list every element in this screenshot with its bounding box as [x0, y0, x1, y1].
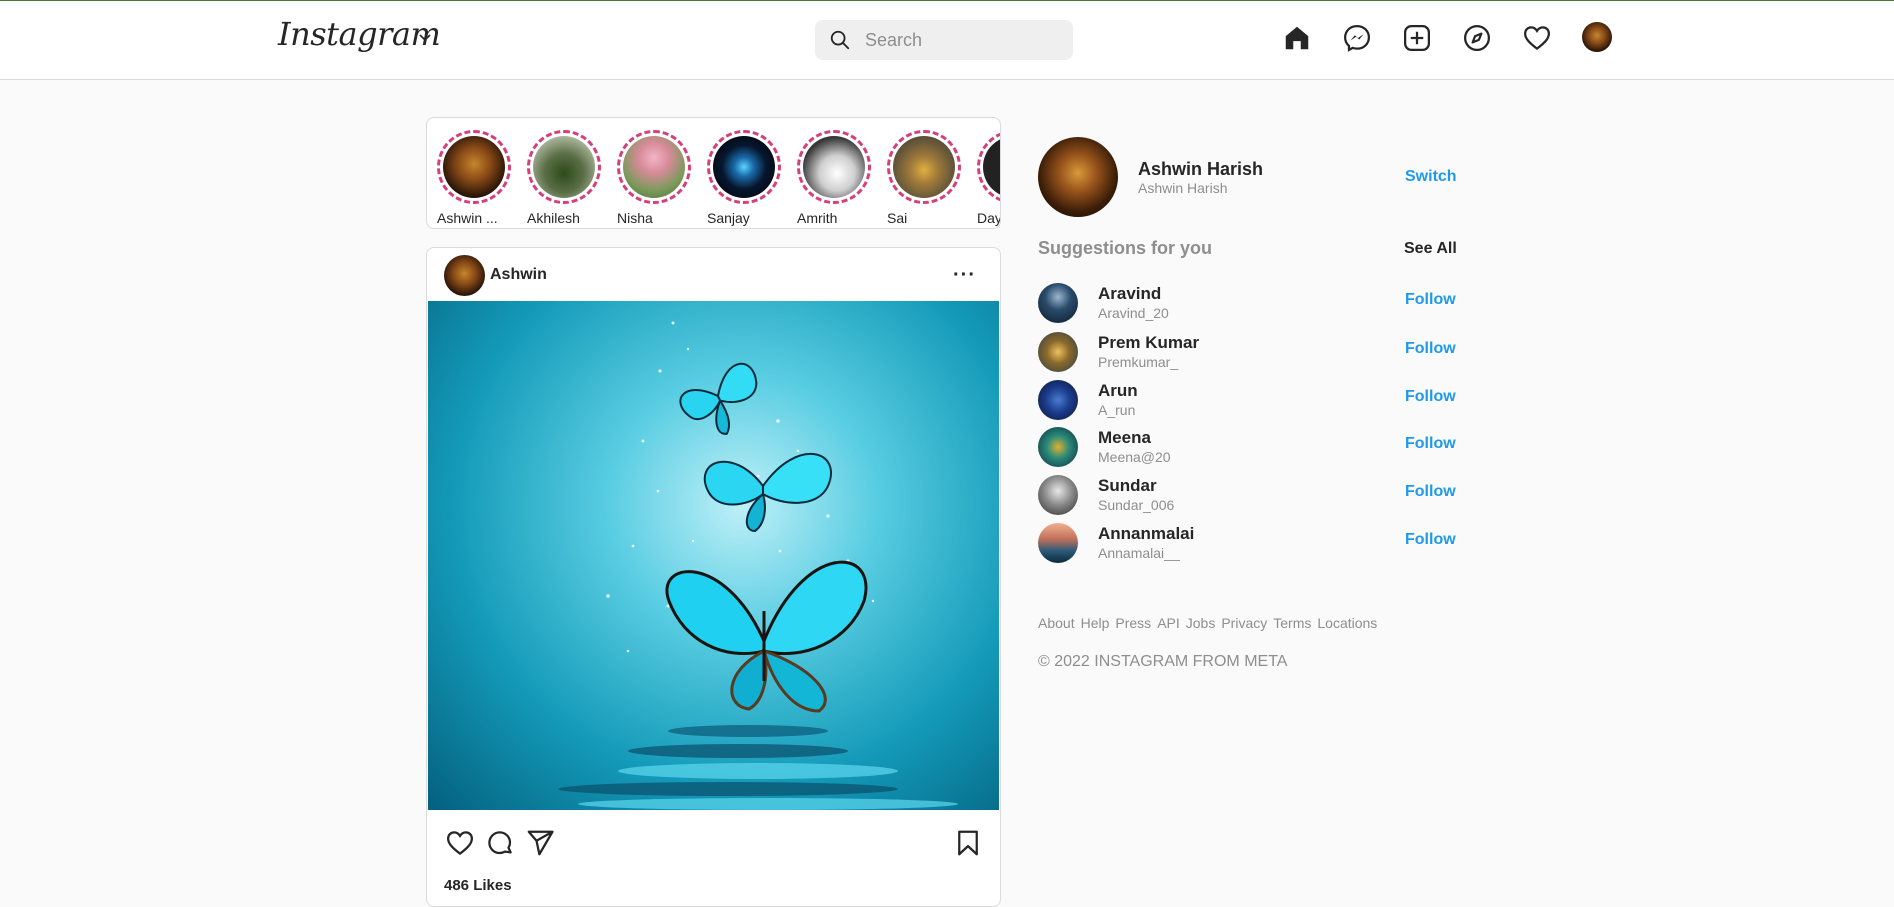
suggestion-handle: A_run — [1098, 402, 1136, 418]
footer-links: About Help Press API Jobs Privacy Terms … — [1038, 615, 1377, 631]
story-name: Amrith — [797, 210, 838, 226]
story-avatar — [533, 136, 595, 198]
follow-button[interactable]: Follow — [1405, 483, 1456, 501]
new-post-icon[interactable] — [1401, 22, 1433, 54]
butterfly-artwork — [558, 321, 958, 810]
story-ring — [527, 130, 601, 204]
suggestion-handle: Aravind_20 — [1098, 305, 1169, 321]
feed-post: Ashwin ··· 486 Likes — [426, 247, 1001, 907]
bookmark-icon[interactable] — [951, 826, 985, 860]
post-author-avatar[interactable] — [444, 255, 485, 296]
story-item[interactable]: Day — [977, 130, 1001, 228]
suggestion-name[interactable]: Arun — [1098, 381, 1138, 401]
story-avatar — [983, 136, 1000, 198]
current-user-avatar[interactable] — [1038, 137, 1118, 217]
suggestion-row: Sundar Sundar_006 Follow — [1038, 475, 1458, 517]
story-item[interactable]: Akhilesh — [527, 130, 601, 228]
story-ring — [887, 130, 961, 204]
suggestion-name[interactable]: Sundar — [1098, 476, 1157, 496]
profile-avatar[interactable] — [1582, 22, 1612, 52]
follow-button[interactable]: Follow — [1405, 340, 1456, 358]
footer-link-about[interactable]: About — [1038, 615, 1075, 631]
see-all-link[interactable]: See All — [1404, 240, 1457, 258]
follow-button[interactable]: Follow — [1405, 531, 1456, 549]
suggestion-avatar[interactable] — [1038, 380, 1078, 420]
footer-link-terms[interactable]: Terms — [1273, 615, 1311, 631]
footer-link-privacy[interactable]: Privacy — [1221, 615, 1267, 631]
likes-count[interactable]: 486 Likes — [444, 877, 512, 894]
footer-link-help[interactable]: Help — [1081, 615, 1110, 631]
suggestion-row: Meena Meena@20 Follow — [1038, 427, 1458, 469]
story-avatar — [623, 136, 685, 198]
story-item[interactable]: Nisha — [617, 130, 691, 228]
story-avatar — [893, 136, 955, 198]
instagram-logo[interactable]: Instagram — [278, 15, 441, 53]
follow-button[interactable]: Follow — [1405, 435, 1456, 453]
story-name: Nisha — [617, 210, 653, 226]
suggestion-name[interactable]: Aravind — [1098, 284, 1161, 304]
post-actions-bar — [427, 826, 1000, 862]
footer-link-api[interactable]: API — [1157, 615, 1180, 631]
footer-link-locations[interactable]: Locations — [1317, 615, 1377, 631]
messenger-icon[interactable] — [1341, 22, 1373, 54]
suggestion-row: Annanmalai Annamalai__ Follow — [1038, 523, 1458, 565]
suggestion-avatar[interactable] — [1038, 475, 1078, 515]
suggestion-avatar[interactable] — [1038, 427, 1078, 467]
current-user-handle: Ashwin Harish — [1138, 180, 1228, 196]
story-avatar — [713, 136, 775, 198]
chevron-down-icon[interactable] — [417, 29, 433, 45]
story-name: Day — [977, 210, 1001, 226]
search-input[interactable] — [865, 20, 1065, 60]
suggestion-name[interactable]: Meena — [1098, 428, 1151, 448]
search-bar[interactable] — [815, 20, 1073, 60]
post-author-name[interactable]: Ashwin — [490, 266, 547, 284]
post-image[interactable] — [428, 301, 999, 810]
story-item[interactable]: Sanjay — [707, 130, 781, 228]
explore-icon[interactable] — [1461, 22, 1493, 54]
story-name: Sanjay — [707, 210, 750, 226]
stories-tray: Ashwin ... Akhilesh Nisha Sanjay Amrith … — [426, 117, 1001, 229]
story-item[interactable]: Ashwin ... — [437, 130, 511, 228]
suggestion-handle: Annamalai__ — [1098, 545, 1180, 561]
copyright-text: © 2022 INSTAGRAM FROM META — [1038, 653, 1288, 670]
suggestion-row: Aravind Aravind_20 Follow — [1038, 283, 1458, 325]
suggestion-avatar[interactable] — [1038, 283, 1078, 323]
story-name: Akhilesh — [527, 210, 580, 226]
like-heart-icon[interactable] — [443, 826, 477, 860]
suggestion-handle: Sundar_006 — [1098, 497, 1175, 513]
top-nav-bar: Instagram — [0, 1, 1894, 80]
suggestion-name[interactable]: Prem Kumar — [1098, 333, 1199, 353]
story-ring — [797, 130, 871, 204]
story-name: Sai — [887, 210, 908, 226]
home-icon[interactable] — [1281, 22, 1313, 54]
suggestion-avatar[interactable] — [1038, 332, 1078, 372]
footer-link-jobs[interactable]: Jobs — [1186, 615, 1216, 631]
suggestion-avatar[interactable] — [1038, 523, 1078, 563]
story-ring — [437, 130, 511, 204]
follow-button[interactable]: Follow — [1405, 388, 1456, 406]
suggestion-name[interactable]: Annanmalai — [1098, 524, 1194, 544]
story-avatar — [803, 136, 865, 198]
story-ring — [617, 130, 691, 204]
story-item[interactable]: Sai — [887, 130, 961, 228]
story-ring — [977, 130, 1000, 204]
activity-heart-icon[interactable] — [1521, 22, 1553, 54]
suggestion-row: Arun A_run Follow — [1038, 380, 1458, 422]
suggestions-title: Suggestions for you — [1038, 238, 1213, 258]
suggestion-handle: Meena@20 — [1098, 449, 1171, 465]
current-user-name[interactable]: Ashwin Harish — [1138, 159, 1263, 180]
story-item[interactable]: Amrith — [797, 130, 871, 228]
story-avatar — [443, 136, 505, 198]
switch-account-link[interactable]: Switch — [1405, 168, 1457, 186]
suggestion-row: Prem Kumar Premkumar_ Follow — [1038, 332, 1458, 374]
search-icon — [830, 30, 850, 50]
more-options-icon[interactable]: ··· — [953, 264, 976, 287]
story-ring — [707, 130, 781, 204]
footer-link-press[interactable]: Press — [1115, 615, 1151, 631]
suggestion-handle: Premkumar_ — [1098, 354, 1179, 370]
follow-button[interactable]: Follow — [1405, 291, 1456, 309]
share-send-icon[interactable] — [523, 826, 557, 860]
story-name: Ashwin ... — [437, 210, 498, 226]
comment-icon[interactable] — [483, 826, 517, 860]
